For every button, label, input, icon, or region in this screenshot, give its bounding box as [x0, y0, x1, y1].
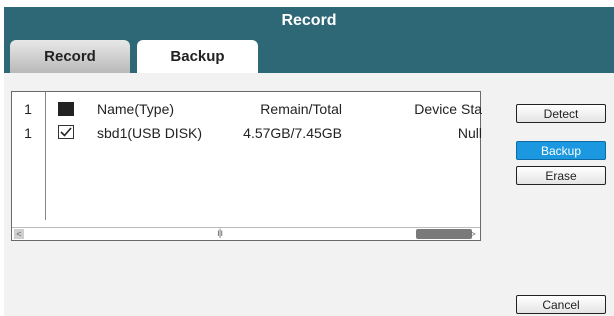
device-table: 1 Name(Type) Remain/Total Device Sta 1 s… — [11, 91, 482, 241]
backup-window: Record Record Backup 1 Name(Type) Remain… — [4, 7, 614, 316]
cancel-button[interactable]: Cancel — [516, 295, 606, 314]
header-index: 1 — [24, 101, 32, 117]
scroll-thumb[interactable] — [416, 229, 472, 239]
detect-button[interactable]: Detect — [516, 104, 606, 123]
row-remain: 4.57GB/7.45GB — [243, 125, 342, 141]
backup-button[interactable]: Backup — [516, 141, 606, 160]
scroll-grip-icon: ı|ı — [217, 228, 223, 239]
row-checkbox[interactable] — [54, 120, 74, 146]
tab-backup[interactable]: Backup — [137, 40, 258, 73]
header-status: Device Sta — [414, 101, 482, 117]
header-remain: Remain/Total — [260, 101, 342, 117]
horizontal-scrollbar[interactable]: < ı|ı > — [12, 227, 480, 240]
checkmark-icon — [60, 127, 72, 137]
row-name: sbd1(USB DISK) — [97, 125, 203, 141]
scroll-left-arrow-icon[interactable]: < — [14, 229, 24, 239]
backup-panel: 1 Name(Type) Remain/Total Device Sta 1 s… — [4, 73, 614, 316]
title-bar: Record Record Backup — [4, 7, 614, 73]
window-title: Record — [281, 12, 337, 29]
row-index: 1 — [24, 125, 32, 141]
header-name: Name(Type) — [97, 101, 175, 117]
scroll-right-arrow-icon[interactable]: > — [468, 229, 478, 239]
table-header: 1 Name(Type) Remain/Total Device Sta — [12, 96, 482, 122]
row-status: Null — [457, 125, 482, 141]
table-row[interactable]: 1 sbd1(USB DISK) 4.57GB/7.45GB Null — [12, 120, 482, 146]
select-all-checkbox[interactable] — [54, 96, 74, 122]
erase-button[interactable]: Erase — [516, 166, 606, 185]
tab-record[interactable]: Record — [10, 40, 130, 73]
